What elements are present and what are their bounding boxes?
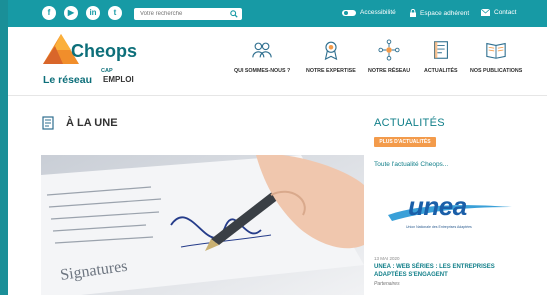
nav-label: ACTUALITÉS [424,68,458,74]
nav-label: QUI SOMMES-NOUS ? [234,68,291,74]
news-section-title: ACTUALITÉS [374,117,445,129]
toggle-icon [342,9,356,16]
document-icon [433,41,448,59]
twitter-icon[interactable]: t [108,6,122,20]
site-header: Cheops Le réseau CAP EMPLOI QUI SOMMES-N… [8,27,547,96]
more-news-button[interactable]: PLUS D'ACTUALITÉS [374,137,436,147]
news-date: 13 MAI 2020 [374,256,400,261]
all-news-link[interactable]: Toute l'actualité Cheops... [374,161,448,168]
people-icon [252,42,272,58]
book-icon [486,42,506,59]
contact-label: Contact [494,9,517,16]
nav-qui-sommes-nous[interactable]: QUI SOMMES-NOUS ? [234,39,290,74]
unea-wordmark: unea [408,191,467,221]
nav-notre-expertise[interactable]: NOTRE EXPERTISE [306,39,356,74]
news-category: Partenaires [374,281,400,287]
unea-logo[interactable]: unea Union Nationale des Entreprises Ada… [386,191,516,233]
section-title: À LA UNE [66,117,118,129]
search-box [134,8,242,20]
newspaper-icon [42,116,54,130]
nav-notre-reseau[interactable]: NOTRE RÉSEAU [368,39,410,74]
accessibility-label: Accessibilité [360,9,396,16]
logo-network-text: Le réseau [43,74,93,86]
nav-label: NOTRE RÉSEAU [368,68,411,74]
accessibility-link[interactable]: Accessibilité [342,9,396,16]
nav-nos-publications[interactable]: NOS PUBLICATIONS [470,39,522,74]
youtube-icon[interactable]: ▶ [64,6,78,20]
logo-emploi-text: EMPLOI [103,75,134,84]
facebook-icon[interactable]: f [42,6,56,20]
logo-cap-text: CAP [101,68,113,74]
main-content: Cheops Le réseau CAP EMPLOI QUI SOMMES-N… [8,27,547,295]
member-space-label: Espace adhérent [420,9,470,17]
unea-subtitle: Union Nationale des Entreprises Adaptées [406,225,472,229]
award-icon [324,41,338,61]
signature-photo: Signatures [41,155,364,295]
nav-label: NOS PUBLICATIONS [470,68,523,74]
lock-icon [410,9,416,17]
member-space-link[interactable]: Espace adhérent [410,9,469,17]
news-headline[interactable]: UNEA : WEB SÉRIES : LES ENTREPRISES ADAP… [374,263,514,279]
nav-label: NOTRE EXPERTISE [306,68,356,74]
mail-icon [481,9,490,16]
top-bar: f ▶ in t Accessibilité Espace adhérent [8,0,547,27]
search-icon[interactable] [230,10,238,18]
featured-image[interactable]: Signatures [41,155,364,295]
cheops-logo[interactable]: Cheops Le réseau CAP EMPLOI [41,32,141,90]
network-icon [378,39,400,61]
nav-actualites[interactable]: ACTUALITÉS [424,39,458,74]
page-frame: f ▶ in t Accessibilité Espace adhérent [8,0,547,295]
linkedin-icon[interactable]: in [86,6,100,20]
contact-link[interactable]: Contact [481,9,516,16]
search-input[interactable] [140,8,220,20]
logo-word: Cheops [71,41,138,61]
